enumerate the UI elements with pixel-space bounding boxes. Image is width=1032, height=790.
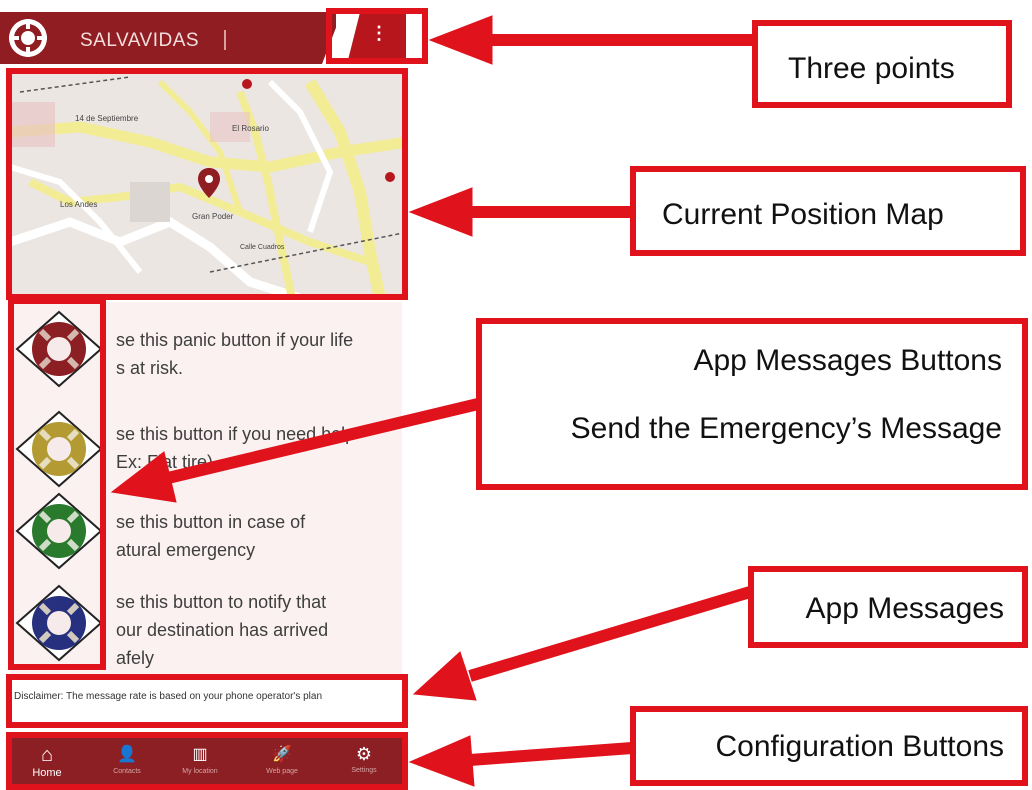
highlight-config (6, 732, 408, 790)
app-logo-icon (9, 19, 47, 57)
message-text-arrived: se this button to notify that our destin… (116, 592, 329, 668)
highlight-messages (6, 674, 408, 728)
callout-config: Configuration Buttons (630, 706, 1028, 786)
message-text-help: se this button if you need help Ex: Flat… (116, 424, 356, 472)
highlight-buttons (8, 298, 106, 670)
callout-buttons: App Messages Buttons Send the Emergency’… (476, 318, 1028, 490)
message-text-natural: se this button in case of atural emergen… (116, 512, 306, 560)
callout-map: Current Position Map (630, 166, 1026, 256)
callout-messages: App Messages (748, 566, 1028, 648)
title-divider (224, 30, 226, 50)
callout-three-points: Three points (752, 20, 1012, 108)
highlight-map (6, 68, 408, 300)
app-title: SALVAVIDAS (80, 30, 200, 51)
highlight-three-points (326, 8, 428, 64)
message-text-panic: se this panic button if your life s at r… (116, 330, 354, 378)
